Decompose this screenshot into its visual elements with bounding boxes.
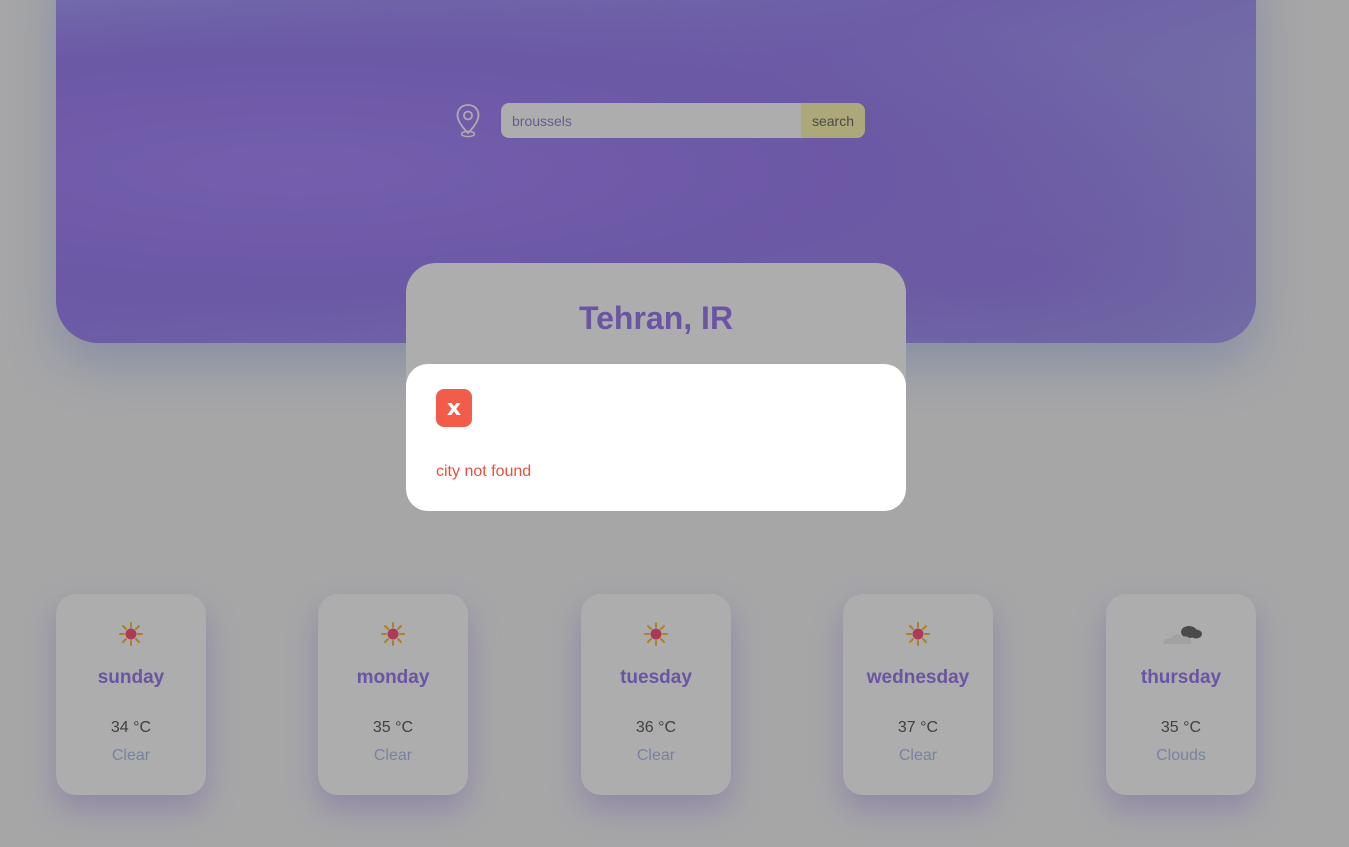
error-modal: x city not found [406,364,906,511]
weather-app: search Tehran, IR sunday 34 °C Clear mon… [0,0,1349,847]
error-message: city not found [436,463,532,480]
close-button[interactable]: x [436,389,472,427]
